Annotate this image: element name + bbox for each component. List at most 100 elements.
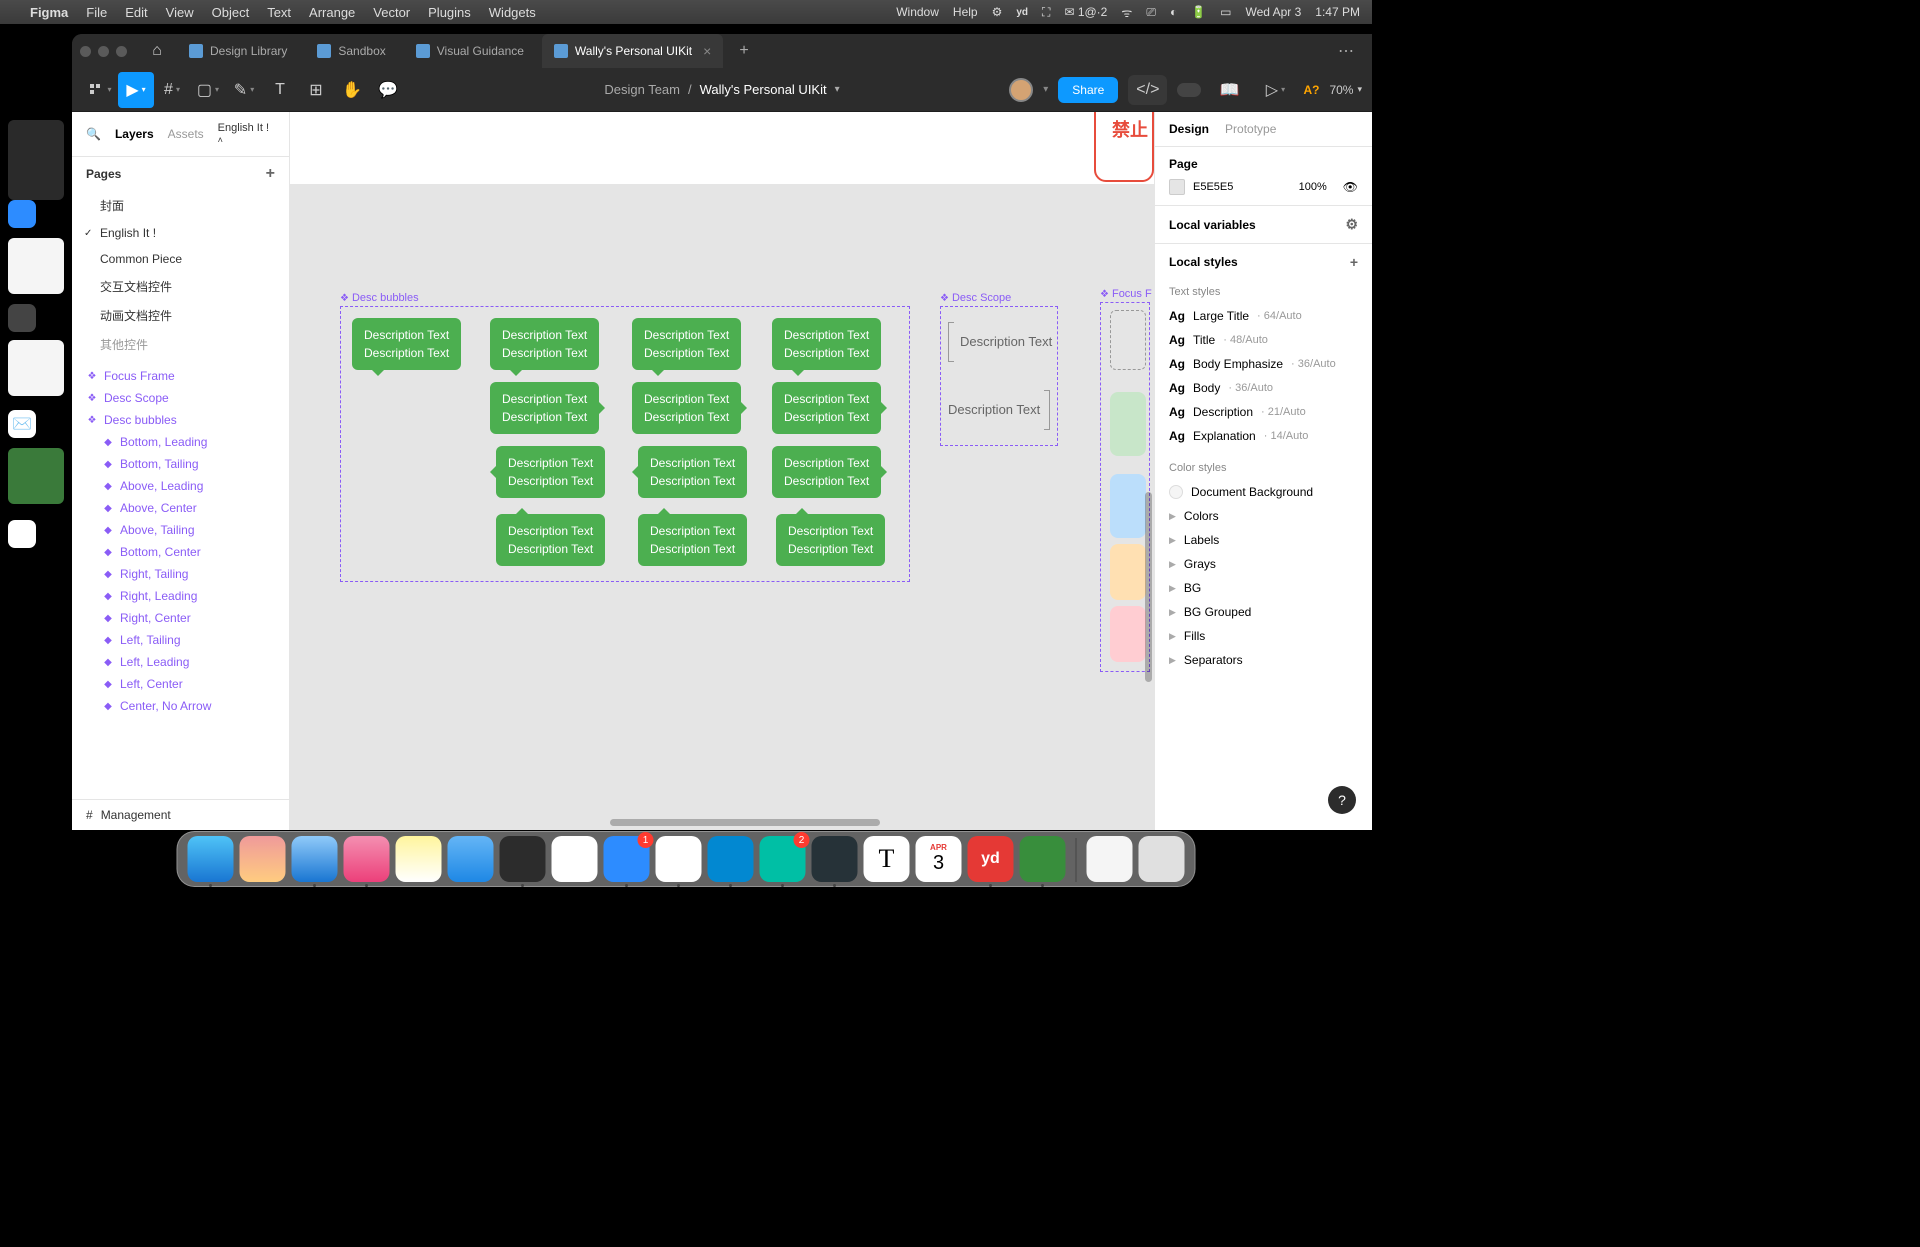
layer-bubble-3[interactable]: ◆Above, Center xyxy=(72,497,289,519)
dock-app-check[interactable] xyxy=(656,836,702,882)
local-variables-header[interactable]: Local variables ⚙ xyxy=(1155,206,1372,243)
text-style-body[interactable]: AgBody· 36/Auto xyxy=(1155,376,1372,400)
file-name[interactable]: Wally's Personal UIKit xyxy=(700,82,827,97)
color-group-bg[interactable]: ▶BG xyxy=(1155,576,1372,600)
bubble-8[interactable]: Description TextDescription Text xyxy=(496,446,605,498)
desktop-window-thumb-3[interactable] xyxy=(8,340,64,396)
menu-text[interactable]: Text xyxy=(267,5,291,20)
add-page-button[interactable]: + xyxy=(266,165,275,183)
dock-app-yd[interactable]: yd xyxy=(968,836,1014,882)
dock-finder[interactable] xyxy=(188,836,234,882)
text-tool[interactable]: T xyxy=(262,72,298,108)
swatch-green[interactable] xyxy=(1110,392,1146,456)
close-icon[interactable]: × xyxy=(703,43,711,59)
status-icon-4[interactable]: ᯤ xyxy=(1121,4,1132,21)
menu-arrange[interactable]: Arrange xyxy=(309,5,355,20)
dock-zoom[interactable]: 1 xyxy=(604,836,650,882)
desktop-window-thumb-2[interactable] xyxy=(8,238,64,294)
comment-tool[interactable]: 💬 xyxy=(370,72,406,108)
scope-text-2[interactable]: Description Text xyxy=(948,402,1040,417)
user-avatar[interactable] xyxy=(1009,78,1033,102)
page-item-2[interactable]: Common Piece xyxy=(72,246,289,272)
bubble-13[interactable]: Description TextDescription Text xyxy=(776,514,885,566)
scope-text-1[interactable]: Description Text xyxy=(960,334,1052,349)
canvas[interactable]: 禁止 Desc bubbles Description TextDescript… xyxy=(290,112,1154,830)
page-selector[interactable]: English It ! ˄ xyxy=(218,122,275,146)
frame-box-scope[interactable] xyxy=(940,306,1058,446)
layer-desc-bubbles[interactable]: ❖Desc bubbles xyxy=(72,409,289,431)
layer-bubble-9[interactable]: ◆Left, Tailing xyxy=(72,629,289,651)
dock-app-teal[interactable]: 2 xyxy=(760,836,806,882)
bubble-4[interactable]: Description TextDescription Text xyxy=(772,318,881,370)
dock-launchpad[interactable] xyxy=(240,836,286,882)
color-group-labels[interactable]: ▶Labels xyxy=(1155,528,1372,552)
tab-design-library[interactable]: Design Library xyxy=(177,34,299,68)
swatch-orange[interactable] xyxy=(1110,544,1146,600)
color-group-grays[interactable]: ▶Grays xyxy=(1155,552,1372,576)
visibility-toggle-icon[interactable]: 👁 xyxy=(1343,180,1358,194)
status-icon-1[interactable]: ⚙ xyxy=(992,5,1003,19)
status-icon-5[interactable]: ⎚ xyxy=(1146,5,1156,20)
bubble-5[interactable]: Description TextDescription Text xyxy=(490,382,599,434)
bubble-7[interactable]: Description TextDescription Text xyxy=(772,382,881,434)
text-style-title[interactable]: AgTitle· 48/Auto xyxy=(1155,328,1372,352)
hand-tool[interactable]: ✋ xyxy=(334,72,370,108)
desktop-app-mail[interactable]: ✉️ xyxy=(8,410,36,438)
desktop-window-thumb-1[interactable] xyxy=(8,120,64,200)
tab-visual-guidance[interactable]: Visual Guidance xyxy=(404,34,536,68)
dock-app-green[interactable] xyxy=(1020,836,1066,882)
dock-mail[interactable] xyxy=(292,836,338,882)
color-style-doc-bg[interactable]: Document Background xyxy=(1155,480,1372,504)
dock-vscode[interactable] xyxy=(708,836,754,882)
status-display-icon[interactable]: ▭ xyxy=(1220,5,1231,19)
layer-bubble-0[interactable]: ◆Bottom, Leading xyxy=(72,431,289,453)
new-tab-button[interactable]: + xyxy=(729,42,758,60)
bubble-2[interactable]: Description TextDescription Text xyxy=(490,318,599,370)
menu-widgets[interactable]: Widgets xyxy=(489,5,536,20)
page-item-5[interactable]: 其他控件 xyxy=(72,330,289,359)
tab-overflow-menu[interactable]: ⋯ xyxy=(1328,41,1364,61)
layer-bubble-8[interactable]: ◆Right, Center xyxy=(72,607,289,629)
tab-design[interactable]: Design xyxy=(1169,122,1209,136)
status-mail[interactable]: ✉ 1@·2 xyxy=(1064,5,1107,19)
tab-wally-uikit[interactable]: Wally's Personal UIKit× xyxy=(542,34,723,68)
resources-tool[interactable]: ⊞ xyxy=(298,72,334,108)
share-button[interactable]: Share xyxy=(1058,77,1118,103)
dock-downloads[interactable] xyxy=(1087,836,1133,882)
menu-vector[interactable]: Vector xyxy=(373,5,410,20)
team-name[interactable]: Design Team xyxy=(604,82,680,97)
frame-tool[interactable]: #▾ xyxy=(154,72,190,108)
dock-terminal[interactable] xyxy=(812,836,858,882)
move-tool[interactable]: ▶▾ xyxy=(118,72,154,108)
dock-app-red[interactable] xyxy=(552,836,598,882)
dev-mode-toggle[interactable] xyxy=(1177,83,1201,97)
help-button[interactable]: ? xyxy=(1328,786,1356,814)
shape-tool[interactable]: ▢▾ xyxy=(190,72,226,108)
dock-app-t[interactable]: T xyxy=(864,836,910,882)
status-date[interactable]: Wed Apr 3 xyxy=(1245,5,1301,19)
page-item-3[interactable]: 交互文档控件 xyxy=(72,272,289,301)
status-time[interactable]: 1:47 PM xyxy=(1315,5,1360,19)
layer-bubble-7[interactable]: ◆Right, Leading xyxy=(72,585,289,607)
dock-app-pink[interactable] xyxy=(344,836,390,882)
tab-assets[interactable]: Assets xyxy=(168,127,204,141)
status-icon-3[interactable]: ⛶ xyxy=(1042,5,1050,20)
page-item-0[interactable]: 封面 xyxy=(72,191,289,220)
menu-object[interactable]: Object xyxy=(212,5,250,20)
layer-bubble-6[interactable]: ◆Right, Tailing xyxy=(72,563,289,585)
status-icon-2[interactable]: yd xyxy=(1016,7,1028,18)
status-icon-6[interactable]: ◐ xyxy=(1170,5,1177,19)
layer-bubble-11[interactable]: ◆Left, Center xyxy=(72,673,289,695)
status-battery-icon[interactable]: 🔋 xyxy=(1191,5,1206,19)
layer-bubble-5[interactable]: ◆Bottom, Center xyxy=(72,541,289,563)
swatch-blue[interactable] xyxy=(1110,474,1146,538)
canvas-scrollbar-vertical[interactable] xyxy=(1145,492,1152,682)
page-color-chip[interactable] xyxy=(1169,179,1185,195)
text-style-body-emphasize[interactable]: AgBody Emphasize· 36/Auto xyxy=(1155,352,1372,376)
layer-bubble-2[interactable]: ◆Above, Leading xyxy=(72,475,289,497)
bubble-1[interactable]: Description TextDescription Text xyxy=(352,318,461,370)
layer-bubble-1[interactable]: ◆Bottom, Tailing xyxy=(72,453,289,475)
pen-tool[interactable]: ✎▾ xyxy=(226,72,262,108)
focus-dashed[interactable] xyxy=(1110,310,1146,370)
tab-layers[interactable]: Layers xyxy=(115,127,154,141)
